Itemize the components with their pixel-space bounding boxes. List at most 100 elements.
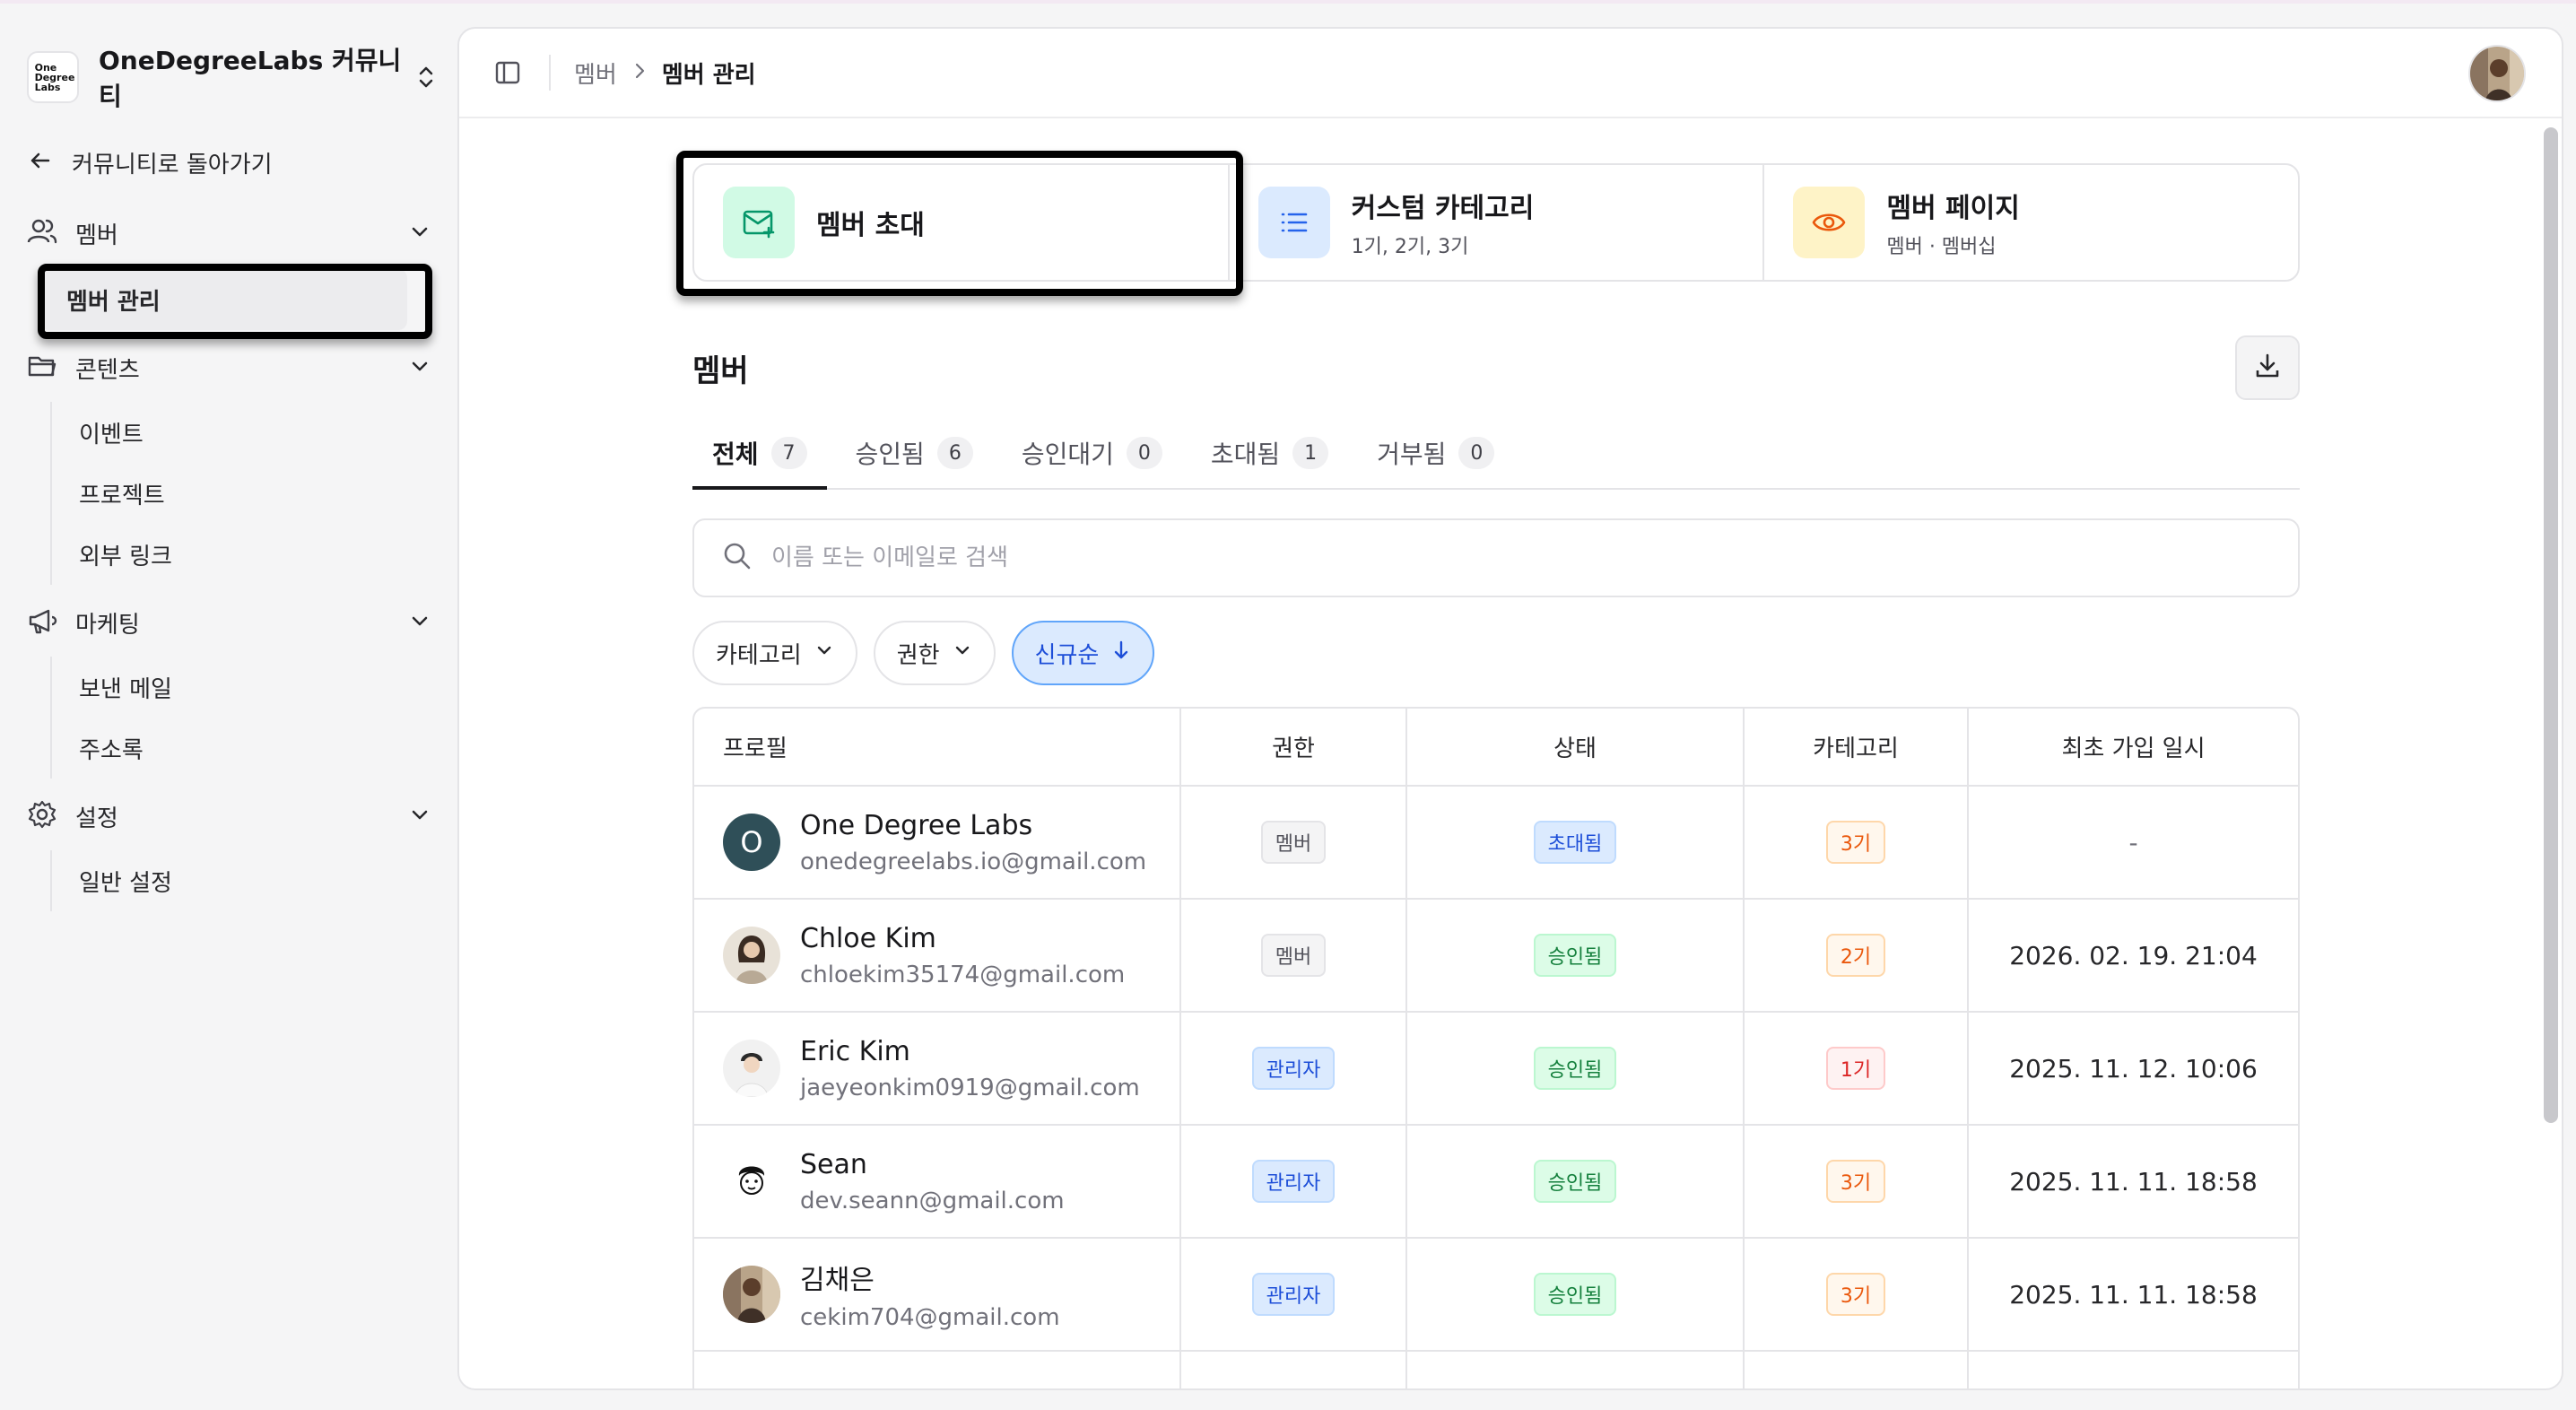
column-header-category[interactable]: 카테고리 xyxy=(1744,709,1969,787)
mail-plus-icon xyxy=(723,187,795,258)
tab-count-badge: 0 xyxy=(1126,437,1162,469)
table-row[interactable] xyxy=(694,1351,2298,1388)
tab-rejected[interactable]: 거부됨 0 xyxy=(1357,418,1514,488)
invite-member-card[interactable]: 멤버 초대 xyxy=(694,165,1230,280)
tab-pending[interactable]: 승인대기 0 xyxy=(1002,418,1182,488)
breadcrumb-parent[interactable]: 멤버 xyxy=(574,57,617,90)
table-row[interactable]: Chloe Kim chloekim35174@gmail.com 멤버 승인됨 … xyxy=(694,899,2298,1013)
joined-date: 2025. 11. 11. 18:58 xyxy=(1968,1125,2298,1239)
tab-label: 승인됨 xyxy=(855,440,925,469)
nav-sub-marketing: 보낸 메일 주소록 xyxy=(50,657,411,779)
joined-date: 2026. 02. 19. 21:04 xyxy=(1968,899,2298,1013)
breadcrumb-current: 멤버 관리 xyxy=(661,61,756,89)
avatar: O xyxy=(723,814,780,871)
chevron-down-icon xyxy=(409,221,431,246)
members-table: 프로필 권한 상태 카테고리 최초 가입 일시 O One Degree Lab… xyxy=(692,707,2300,1388)
user-avatar[interactable] xyxy=(2468,45,2526,102)
nav-group-marketing[interactable]: 마케팅 xyxy=(27,601,431,644)
tab-all[interactable]: 전체 7 xyxy=(692,418,827,490)
member-email: cekim704@gmail.com xyxy=(800,1304,1060,1331)
section-title: 멤버 xyxy=(692,352,749,389)
download-icon xyxy=(2253,352,2282,384)
sidebar-item-sent-mail[interactable]: 보낸 메일 xyxy=(52,657,411,718)
chevron-down-icon xyxy=(409,355,431,380)
divider xyxy=(549,55,551,91)
table-header-row: 프로필 권한 상태 카테고리 최초 가입 일시 xyxy=(694,709,2298,787)
column-header-status[interactable]: 상태 xyxy=(1406,709,1745,787)
member-name: Sean xyxy=(800,1148,867,1180)
tab-invited[interactable]: 초대됨 1 xyxy=(1191,418,1348,488)
scrollbar[interactable] xyxy=(2544,127,2558,1123)
workspace-switcher[interactable]: One Degree Labs OneDegreeLabs 커뮤니티 xyxy=(27,46,439,111)
content-area: 멤버 초대 커스텀 카테고리 1기, 2기, 3기 멤버 페이지 멤버 · 멤버… xyxy=(692,163,2300,1388)
sidebar-item-projects[interactable]: 프로젝트 xyxy=(52,463,411,524)
nav-group-label: 콘텐츠 xyxy=(75,356,140,384)
sidebar-item-events[interactable]: 이벤트 xyxy=(52,402,411,463)
topbar: 멤버 멤버 관리 xyxy=(459,29,2562,118)
sort-newest-button[interactable]: 신규순 xyxy=(1011,621,1155,685)
card-title: 멤버 페이지 xyxy=(1886,193,2020,224)
sidebar-item-member-management[interactable]: 멤버 관리 xyxy=(39,269,407,330)
custom-category-card[interactable]: 커스텀 카테고리 1기, 2기, 3기 xyxy=(1230,165,1765,280)
nav-group-content[interactable]: 콘텐츠 xyxy=(27,346,431,389)
sidebar-item-general-settings[interactable]: 일반 설정 xyxy=(52,850,411,911)
main-panel: 멤버 멤버 관리 멤버 초대 커스텀 카테고리 1기, 2기, 3기 멤버 페이… xyxy=(457,27,2563,1390)
tab-label: 초대됨 xyxy=(1210,440,1281,469)
tab-count-badge: 6 xyxy=(936,437,973,469)
action-cards: 멤버 초대 커스텀 카테고리 1기, 2기, 3기 멤버 페이지 멤버 · 멤버… xyxy=(692,163,2300,282)
list-icon xyxy=(1258,187,1330,258)
tab-label: 승인대기 xyxy=(1021,440,1114,469)
status-tabs: 전체 7 승인됨 6 승인대기 0 초대됨 1 거부됨 0 xyxy=(692,418,2300,490)
member-name: One Degree Labs xyxy=(800,809,1033,841)
nav-group-settings[interactable]: 설정 xyxy=(27,795,431,838)
tab-label: 전체 xyxy=(712,440,759,469)
sidebar-item-address-book[interactable]: 주소록 xyxy=(52,718,411,779)
search-input[interactable] xyxy=(771,544,2206,571)
member-name: Chloe Kim xyxy=(800,922,936,954)
app-window: One Degree Labs OneDegreeLabs 커뮤니티 커뮤니티로 돌… xyxy=(0,0,2576,1410)
nav-sub-content: 이벤트 프로젝트 외부 링크 xyxy=(50,402,411,585)
filter-label: 카테고리 xyxy=(716,641,802,669)
avatar xyxy=(723,1040,780,1097)
sidebar: One Degree Labs OneDegreeLabs 커뮤니티 커뮤니티로 돌… xyxy=(0,4,457,1410)
nav-sub-settings: 일반 설정 xyxy=(50,850,411,911)
table-row[interactable]: O One Degree Labs onedegreelabs.io@gmail.… xyxy=(694,786,2298,900)
avatar xyxy=(723,1266,780,1323)
megaphone-icon xyxy=(27,605,57,640)
category-badge: 3기 xyxy=(1825,1273,1886,1316)
status-badge: 초대됨 xyxy=(1533,821,1617,864)
card-subtitle: 1기, 2기, 3기 xyxy=(1351,236,1469,258)
member-page-card[interactable]: 멤버 페이지 멤버 · 멤버십 xyxy=(1764,165,2298,280)
member-email: chloekim35174@gmail.com xyxy=(800,961,1126,988)
folder-icon xyxy=(27,351,57,385)
role-filter-dropdown[interactable]: 권한 xyxy=(873,621,996,685)
member-email: jaeyeonkim0919@gmail.com xyxy=(800,1074,1140,1101)
arrow-down-icon xyxy=(1111,640,1131,667)
download-button[interactable] xyxy=(2235,335,2300,400)
tab-label: 거부됨 xyxy=(1377,440,1447,469)
tab-count-badge: 0 xyxy=(1458,437,1495,469)
nav-sub-members: 멤버 관리 xyxy=(39,269,407,330)
sidebar-item-external-links[interactable]: 외부 링크 xyxy=(52,524,411,585)
sidebar-toggle-icon[interactable] xyxy=(490,55,526,91)
member-email: dev.seann@gmail.com xyxy=(800,1187,1065,1214)
table-row[interactable]: Eric Kim jaeyeonkim0919@gmail.com 관리자 승인됨… xyxy=(694,1012,2298,1126)
search-icon xyxy=(721,540,753,576)
nav-group-members[interactable]: 멤버 xyxy=(27,212,431,255)
back-to-community-link[interactable]: 커뮤니티로 돌아가기 xyxy=(27,143,273,182)
search-box xyxy=(692,518,2300,597)
table-row[interactable]: Sean dev.seann@gmail.com 관리자 승인됨 3기 2025.… xyxy=(694,1125,2298,1239)
member-email: onedegreelabs.io@gmail.com xyxy=(800,848,1147,875)
gear-icon xyxy=(27,799,57,833)
table-row[interactable]: 김채은 cekim704@gmail.com 관리자 승인됨 3기 2025. 1… xyxy=(694,1238,2298,1352)
tab-approved[interactable]: 승인됨 6 xyxy=(836,418,993,488)
chevron-down-icon xyxy=(814,640,834,666)
role-badge: 멤버 xyxy=(1260,934,1327,977)
column-header-role[interactable]: 권한 xyxy=(1180,709,1407,787)
category-badge: 3기 xyxy=(1825,1160,1886,1203)
chevron-up-down-icon xyxy=(413,59,439,95)
column-header-profile[interactable]: 프로필 xyxy=(694,709,1181,787)
column-header-joined[interactable]: 최초 가입 일시 xyxy=(1968,709,2298,787)
chevron-down-icon xyxy=(409,610,431,635)
category-filter-dropdown[interactable]: 카테고리 xyxy=(692,621,857,685)
